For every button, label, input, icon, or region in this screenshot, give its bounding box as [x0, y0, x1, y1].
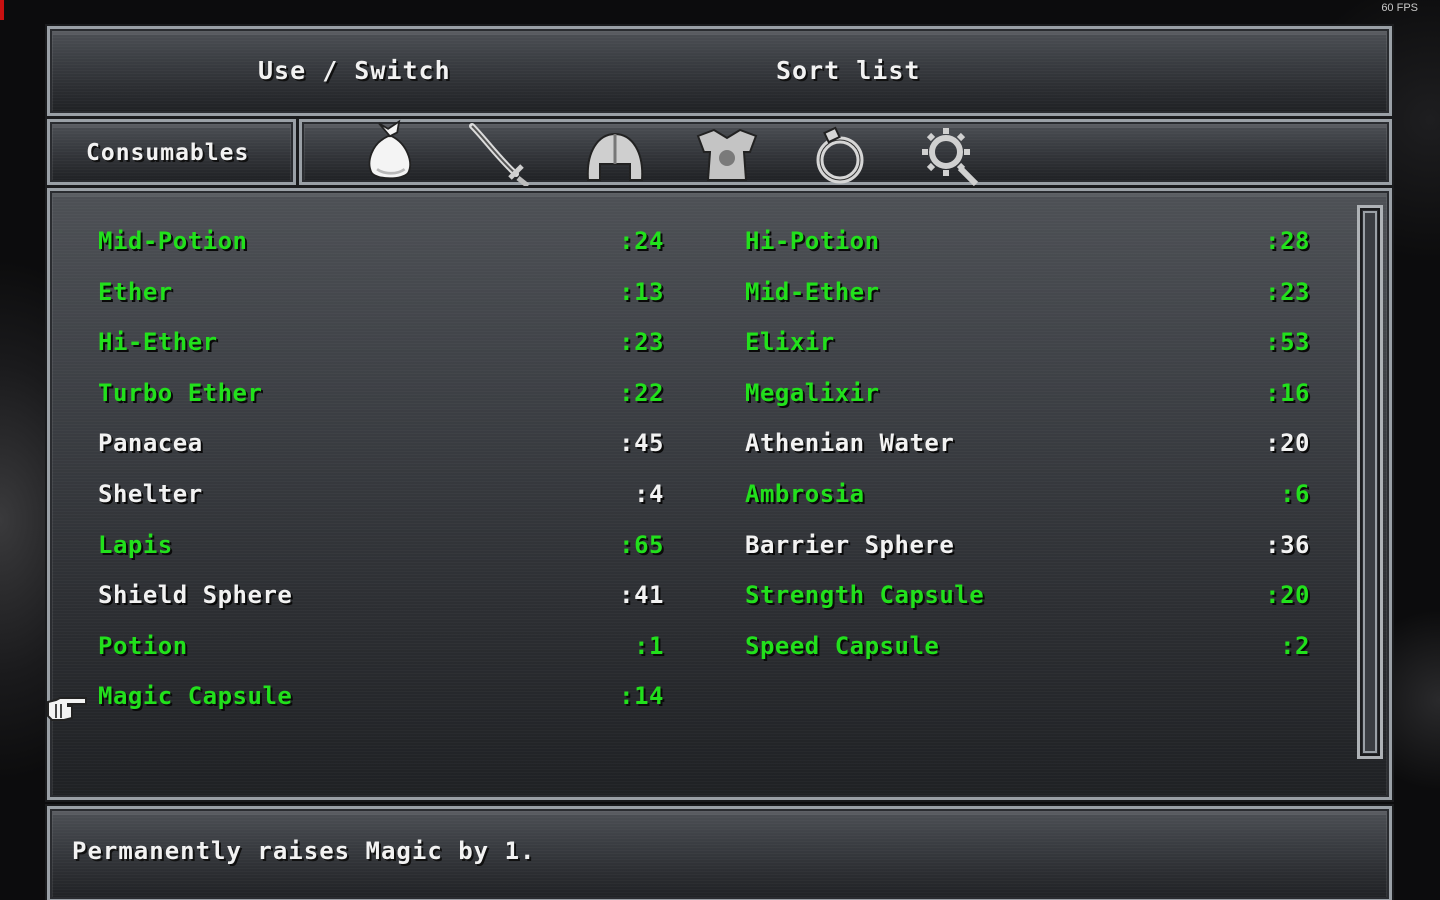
pointing-hand-cursor-icon [47, 697, 87, 721]
help-panel: Permanently raises Magic by 1. [45, 804, 1394, 900]
item-row[interactable]: Magic Capsule :14 [98, 682, 664, 722]
item-name: Ether [98, 277, 173, 306]
item-quantity: :20 [1265, 581, 1310, 610]
item-quantity: :23 [619, 328, 664, 357]
item-row[interactable]: Strength Capsule :20 [745, 581, 1310, 621]
item-row[interactable]: Potion :1 [98, 632, 664, 672]
item-row[interactable]: Lapis :65 [98, 531, 664, 571]
sword-icon[interactable] [466, 122, 536, 188]
item-name: Elixir [745, 328, 835, 357]
item-list-panel: Mid-Potion :24 Ether :13 Hi-Ether :23 Turbo Et… [45, 186, 1394, 802]
item-quantity: :28 [1265, 227, 1310, 255]
item-row[interactable]: Hi-Ether :23 [98, 328, 664, 368]
item-quantity: :13 [619, 277, 664, 306]
corner-marker [0, 0, 4, 20]
item-name: Athenian Water [745, 429, 955, 458]
item-quantity: :45 [619, 429, 664, 458]
helmet-icon[interactable] [580, 122, 650, 188]
item-name: Megalixir [745, 378, 880, 407]
item-quantity: :24 [619, 227, 664, 255]
item-name: Speed Capsule [745, 631, 940, 660]
item-name: Turbo Ether [98, 378, 263, 407]
help-text: Permanently raises Magic by 1. [72, 837, 536, 865]
item-quantity: :41 [619, 581, 664, 610]
item-quantity: :36 [1265, 530, 1310, 559]
item-row[interactable]: Speed Capsule :2 [745, 632, 1310, 672]
category-tab[interactable]: Consumables [45, 117, 298, 187]
sort-list-button[interactable]: Sort list [776, 56, 920, 85]
item-row[interactable]: Megalixir :16 [745, 379, 1310, 419]
scrollbar-thumb[interactable] [1363, 211, 1377, 753]
gear-icon[interactable] [916, 122, 986, 188]
item-name: Barrier Sphere [745, 530, 955, 559]
item-quantity: :20 [1265, 429, 1310, 458]
item-row[interactable]: Shield Sphere :41 [98, 581, 664, 621]
item-quantity: :14 [619, 682, 664, 711]
item-name: Mid-Ether [745, 277, 880, 306]
item-quantity: :1 [634, 631, 664, 660]
item-name: Magic Capsule [98, 682, 293, 711]
item-name: Shield Sphere [98, 581, 293, 610]
category-label: Consumables [86, 140, 250, 166]
fps-counter: 60 FPS [1381, 2, 1418, 14]
item-name: Potion [98, 631, 188, 660]
item-quantity: :22 [619, 378, 664, 407]
item-name: Shelter [98, 480, 203, 508]
item-name: Panacea [98, 429, 203, 458]
item-quantity: :65 [619, 530, 664, 559]
item-row[interactable]: Barrier Sphere :36 [745, 531, 1310, 571]
item-row[interactable]: Turbo Ether :22 [98, 379, 664, 419]
item-quantity: :2 [1280, 631, 1310, 660]
item-row[interactable]: Ether :13 [98, 278, 664, 318]
use-switch-button[interactable]: Use / Switch [258, 56, 451, 85]
item-name: Hi-Potion [745, 227, 880, 255]
item-row[interactable]: Elixir :53 [745, 328, 1310, 368]
item-row[interactable]: Mid-Ether :23 [745, 278, 1310, 318]
category-icon-bar [297, 116, 1394, 188]
scrollbar[interactable] [1357, 205, 1383, 759]
item-name: Ambrosia [745, 480, 865, 508]
item-quantity: :23 [1265, 277, 1310, 306]
item-name: Mid-Potion [98, 227, 248, 255]
item-row[interactable]: Hi-Potion :28 [745, 227, 1310, 267]
ring-icon[interactable] [804, 122, 874, 188]
item-row[interactable]: Panacea :45 [98, 429, 664, 469]
item-quantity: :6 [1280, 480, 1310, 508]
item-row[interactable]: Ambrosia :6 [745, 480, 1310, 520]
item-name: Strength Capsule [745, 581, 985, 610]
item-row[interactable]: Athenian Water :20 [745, 429, 1310, 469]
item-name: Lapis [98, 530, 173, 559]
item-name: Hi-Ether [98, 328, 218, 357]
armor-icon[interactable] [692, 122, 762, 188]
item-row[interactable]: Mid-Potion :24 [98, 227, 664, 267]
item-row[interactable]: Shelter :4 [98, 480, 664, 520]
item-quantity: :53 [1265, 328, 1310, 357]
item-quantity: :4 [634, 480, 664, 508]
top-menu-panel: Use / Switch Sort list [45, 24, 1394, 118]
bag-icon[interactable] [354, 116, 424, 182]
item-quantity: :16 [1265, 378, 1310, 407]
